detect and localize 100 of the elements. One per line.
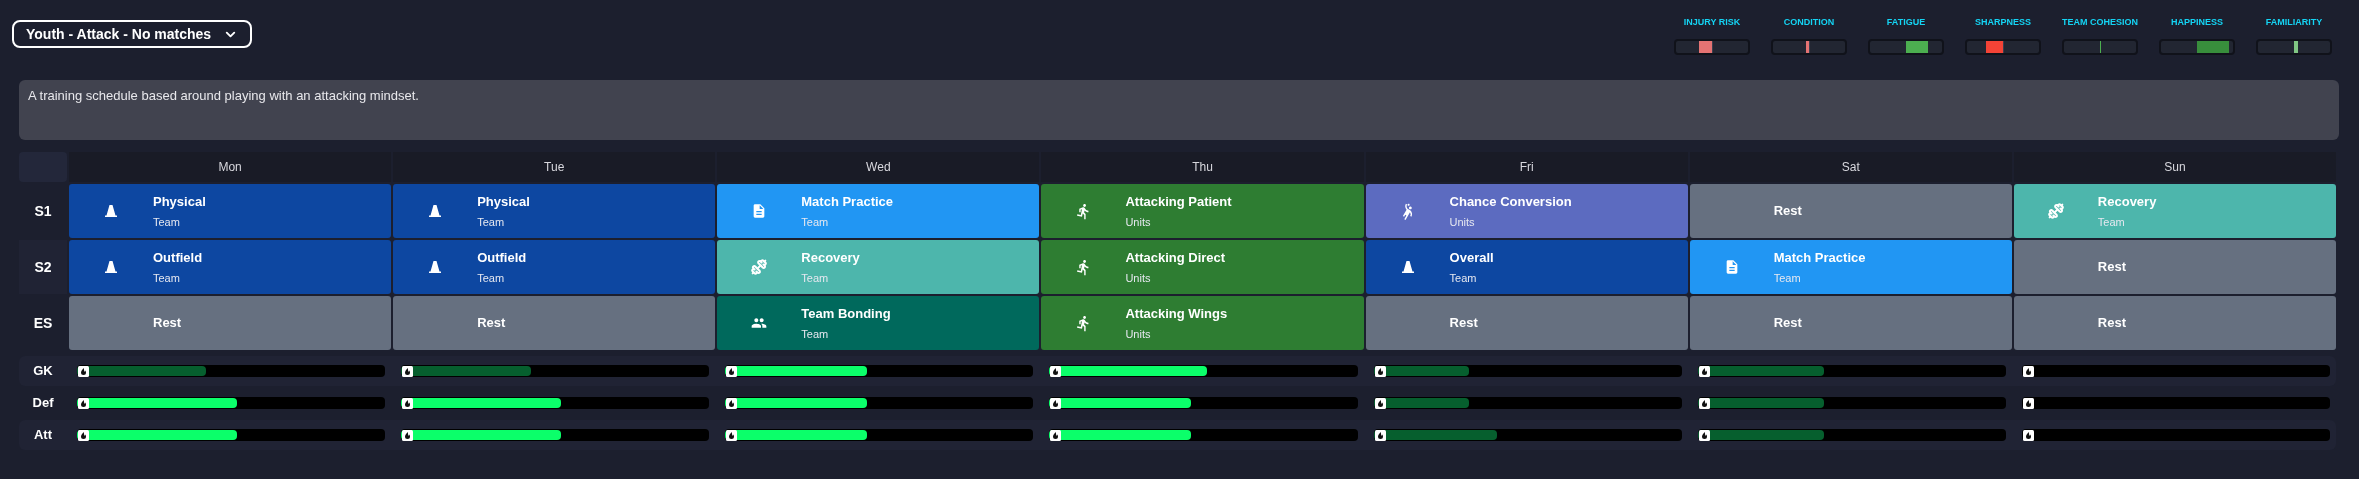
flame-icon (1374, 365, 1386, 377)
session-label: ES (32, 313, 54, 333)
flame-icon (402, 397, 414, 409)
flame-icon (78, 429, 89, 441)
training-session-card[interactable]: Overall Team (1365, 240, 1688, 294)
training-session-card[interactable]: Physical Team (69, 184, 392, 238)
day-header: Tue (393, 152, 716, 182)
session-title: Rest (2097, 258, 2127, 277)
session-title: Match Practice (1773, 248, 1866, 267)
meter-label: FAMILIARITY (2265, 16, 2323, 29)
training-session-card[interactable]: Rest (393, 296, 716, 350)
meter-label: HAPPINESS (2171, 16, 2223, 29)
training-session-card[interactable]: Match Practice Team (717, 184, 1040, 238)
flame-icon (1698, 429, 1710, 441)
schedule-dropdown[interactable]: Youth - Attack - No matches (12, 20, 253, 48)
flame-icon (402, 429, 414, 441)
training-session-card[interactable]: Attacking Wings Units (1041, 296, 1364, 350)
flame-icon (2022, 365, 2034, 377)
training-session-card[interactable]: Physical Team (393, 184, 716, 238)
session-title: Attacking Wings (1125, 304, 1228, 323)
description-box: A training schedule based around playing with an attacking mindset. (19, 80, 2339, 140)
training-session-card[interactable]: Rest (1365, 296, 1688, 350)
session-group: Team (1773, 270, 1866, 287)
session-label: S1 (33, 201, 53, 221)
session-title: Rest (1449, 314, 1478, 333)
flame-icon (1050, 365, 1062, 377)
day-header: Fri (1365, 152, 1688, 182)
dumbbell-icon (751, 259, 768, 275)
training-session-card[interactable]: Rest (2013, 240, 2336, 294)
flame-icon (78, 365, 89, 377)
session-title: Chance Conversion (1449, 192, 1572, 211)
session-group: Units (1125, 270, 1226, 287)
session-group: Team (153, 270, 203, 287)
cone-icon (1400, 260, 1415, 274)
day-header: Mon (69, 152, 392, 182)
day-header: Thu (1041, 152, 1364, 182)
flame-icon (726, 429, 738, 441)
flame-icon (1698, 365, 1710, 377)
session-title: Attacking Patient (1125, 192, 1232, 211)
people-icon (751, 315, 768, 331)
cone-icon (428, 260, 443, 274)
session-label: S2 (19, 240, 67, 294)
flame-icon (2022, 397, 2034, 409)
training-session-card[interactable]: Rest (69, 296, 392, 350)
meter-label: CONDITION (1783, 16, 1835, 29)
meter-label: TEAM COHESION (2062, 16, 2138, 29)
session-group: Units (1125, 214, 1232, 231)
flame-icon (726, 365, 738, 377)
training-session-card[interactable]: Team Bonding Team (717, 296, 1040, 350)
session-title: Physical (153, 192, 206, 211)
meter-label: FATIGUE (1886, 16, 1926, 29)
flame-icon (726, 397, 738, 409)
training-session-card[interactable]: Chance Conversion Units (1365, 184, 1688, 238)
session-title: Match Practice (801, 192, 894, 211)
flame-icon (1374, 429, 1386, 441)
session-group: Team (1449, 270, 1494, 287)
cone-icon (104, 204, 118, 218)
session-title: Recovery (2097, 192, 2157, 211)
session-group: Team (477, 214, 530, 231)
session-group: Units (1449, 214, 1572, 231)
cone-icon (104, 260, 118, 274)
session-group: Team (153, 214, 206, 231)
session-title: Outfield (153, 248, 203, 267)
session-title: Rest (153, 314, 182, 333)
flame-icon (1374, 397, 1386, 409)
session-title: Outfield (477, 248, 527, 267)
flame-icon (2022, 429, 2034, 441)
position-label: Def (31, 394, 55, 413)
training-session-card[interactable]: Attacking Direct Units (1041, 240, 1364, 294)
meter-label: INJURY RISK (1683, 16, 1741, 29)
flame-icon (1698, 397, 1710, 409)
session-group: Team (477, 270, 527, 287)
training-session-card[interactable]: Match Practice Team (1689, 240, 2012, 294)
session-title: Attacking Direct (1125, 248, 1226, 267)
training-session-card[interactable]: Rest (2013, 296, 2336, 350)
training-session-card[interactable]: Outfield Team (69, 240, 392, 294)
meter-label: SHARPNESS (1975, 16, 2031, 29)
dumbbell-icon (2047, 203, 2064, 219)
session-title: Recovery (801, 248, 860, 267)
day-header: Sat (1689, 152, 2012, 182)
training-session-card[interactable]: Attacking Patient Units (1041, 184, 1364, 238)
training-session-card[interactable]: Rest (1689, 184, 2012, 238)
training-session-card[interactable]: Rest (1689, 296, 2012, 350)
training-session-card[interactable]: Outfield Team (393, 240, 716, 294)
flame-icon (1050, 429, 1062, 441)
session-title: Rest (1773, 314, 1802, 333)
cone-icon (428, 204, 443, 218)
session-group: Units (1125, 326, 1228, 343)
session-title: Physical (477, 192, 530, 211)
flame-icon (78, 397, 89, 409)
flame-icon (1050, 397, 1062, 409)
position-label: Att (32, 426, 53, 445)
session-group: Team (2097, 214, 2157, 231)
session-title: Overall (1449, 248, 1494, 267)
session-title: Rest (2097, 314, 2127, 333)
session-title: Team Bonding (801, 304, 891, 323)
day-header: Wed (717, 152, 1040, 182)
day-header: Sun (2013, 152, 2336, 182)
session-group: Team (801, 326, 891, 343)
session-title: Rest (477, 314, 506, 333)
